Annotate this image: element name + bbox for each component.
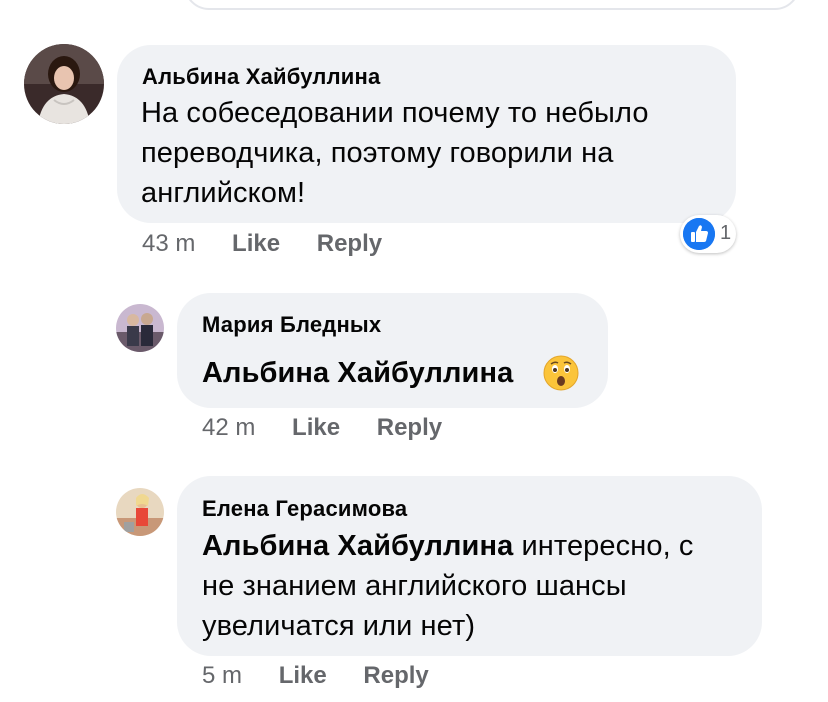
thumbs-up-icon [683,218,715,250]
avatar-photo [116,304,164,352]
comment-author[interactable]: Мария Бледных [202,312,381,338]
like-button[interactable]: Like [279,662,327,689]
avatar[interactable] [116,488,164,536]
comment-text-line: переводчика, поэтому говорили на [141,137,614,169]
comment-text: На собеседовании почему то небыло перево… [141,93,649,213]
comment-meta: 43 m Like Reply [142,230,382,258]
mention-link[interactable]: Альбина Хайбуллина [202,353,513,393]
comment-text-line: Альбина Хайбуллина интересно, с [202,526,694,566]
reaction-badge[interactable]: 1 [680,215,736,253]
comment-text-fragment: интересно, с [513,530,694,562]
comment-text-line: английском! [141,177,306,209]
comment-text-line: не знанием английского шансы [202,570,627,602]
comment-text-line: увеличатся или нет) [202,610,476,642]
comment-meta: 5 m Like Reply [202,662,429,690]
avatar-photo [116,488,164,536]
comment-text: Альбина Хайбуллина [202,353,513,393]
reply-button[interactable]: Reply [363,662,428,689]
comment-input-partial[interactable] [184,0,800,10]
avatar[interactable] [116,304,164,352]
comment-text: Альбина Хайбуллина интересно, с не знани… [202,526,694,646]
reply-button[interactable]: Reply [377,414,442,441]
like-button[interactable]: Like [232,230,280,257]
reaction-count: 1 [720,222,732,244]
comment-author[interactable]: Альбина Хайбуллина [142,64,380,90]
comment-meta: 42 m Like Reply [202,414,442,442]
comment-timestamp[interactable]: 43 m [142,230,195,257]
mention-link[interactable]: Альбина Хайбуллина [202,530,513,562]
comment-author[interactable]: Елена Герасимова [202,496,407,522]
astonished-face-emoji [543,355,579,391]
reply-button[interactable]: Reply [317,230,382,257]
avatar-photo [24,44,104,124]
comment-timestamp[interactable]: 42 m [202,414,255,441]
comment-text-line: На собеседовании почему то небыло [141,97,649,129]
comment-timestamp[interactable]: 5 m [202,662,242,689]
like-button[interactable]: Like [292,414,340,441]
avatar[interactable] [24,44,104,124]
